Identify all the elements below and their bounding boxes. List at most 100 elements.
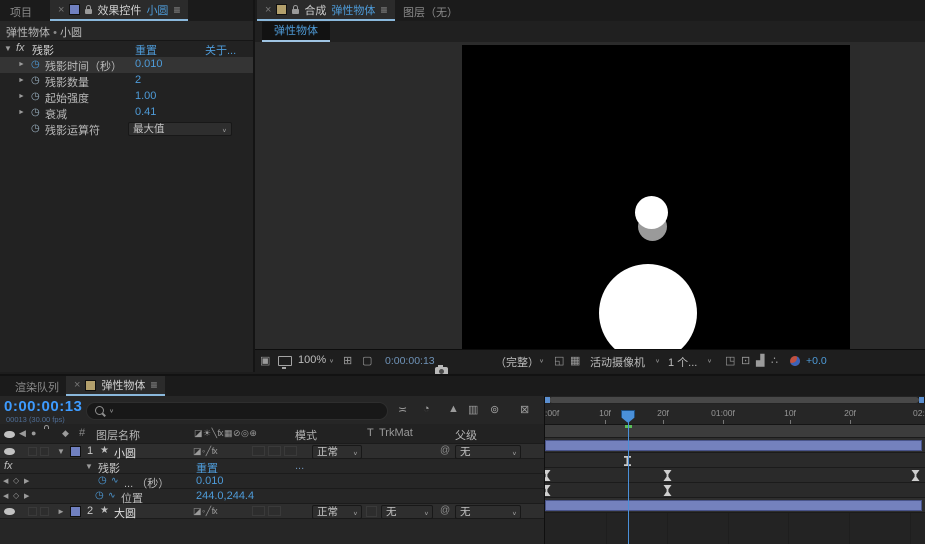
prev-keyframe-icon[interactable]: ◀ <box>3 492 8 500</box>
effect-row[interactable]: fx ▼ 残影 重置 ... <box>0 459 544 474</box>
flowchart-icon[interactable]: ∴ <box>771 354 778 367</box>
add-keyframe-icon[interactable]: ◇ <box>13 476 19 485</box>
exposure-icon[interactable] <box>790 356 800 366</box>
column-layer-name[interactable]: 图层名称 <box>96 427 140 443</box>
lock-box[interactable] <box>40 507 49 516</box>
switch-box[interactable] <box>268 506 281 516</box>
lock-icon[interactable] <box>292 9 299 14</box>
pickwhip-icon[interactable]: @ <box>440 505 450 516</box>
time-ruler[interactable]: :00f 10f 20f 01:00f 10f 20f 02:00 <box>545 404 925 425</box>
trkmat-dropdown[interactable]: 无 ∨ <box>381 505 433 519</box>
stopwatch-icon[interactable]: ◷ <box>31 107 40 118</box>
chevron-down-icon[interactable]: ∨ <box>655 358 660 364</box>
track-row-effect[interactable] <box>545 453 925 468</box>
track-row-echo-time[interactable] <box>545 468 925 483</box>
track-row-layer1[interactable] <box>545 438 925 453</box>
param-row-start-intensity[interactable]: ► ◷ 起始强度 1.00 <box>0 89 253 105</box>
expand-icon[interactable]: ► <box>18 61 25 68</box>
grid-guides-icon[interactable]: ⊞ <box>343 354 352 367</box>
effect-name[interactable]: 残影 <box>32 42 54 58</box>
parent-dropdown[interactable]: 无 ∨ <box>455 445 521 459</box>
eye-icon[interactable] <box>4 508 15 515</box>
navigator-start-handle[interactable] <box>545 397 550 403</box>
track-row-position[interactable] <box>545 483 925 498</box>
graph-toggle-icon[interactable]: ∿ <box>111 475 119 486</box>
effect-reset-link[interactable]: 重置 <box>135 42 157 58</box>
motion-blur-icon[interactable]: ⊚ <box>490 403 499 416</box>
effect-header-row[interactable]: ▼ fx 残影 重置 关于... <box>0 41 253 57</box>
chevron-down-icon[interactable]: ∨ <box>539 358 544 364</box>
graph-toggle-icon[interactable]: ∿ <box>108 490 116 501</box>
param-value[interactable]: 2 <box>135 74 141 86</box>
close-icon[interactable]: × <box>58 4 64 16</box>
property-value[interactable]: 244.0,244.4 <box>196 490 254 502</box>
layer-duration-bar[interactable] <box>545 440 922 451</box>
param-value[interactable]: 1.00 <box>135 90 156 102</box>
navigator-thumb[interactable] <box>549 397 919 403</box>
property-value[interactable]: 0.010 <box>196 475 224 487</box>
eye-icon[interactable] <box>4 448 15 455</box>
keyframe[interactable] <box>663 470 672 481</box>
exposure-value[interactable]: +0.0 <box>806 355 827 367</box>
blend-mode-dropdown[interactable]: 正常 ∨ <box>312 505 362 519</box>
panel-menu-icon[interactable]: ≡ <box>173 3 180 17</box>
layer-color-swatch[interactable] <box>70 506 81 517</box>
solo-box[interactable] <box>28 447 37 456</box>
chevron-down-icon[interactable]: ∨ <box>707 358 712 364</box>
expand-icon[interactable]: ► <box>18 77 25 84</box>
track-row-layer2[interactable] <box>545 498 925 513</box>
shy-layers-icon[interactable]: ◔ <box>423 403 430 415</box>
param-value[interactable]: 0.41 <box>135 106 156 118</box>
close-icon[interactable]: × <box>265 4 271 16</box>
trkmat-swatch[interactable] <box>366 506 377 517</box>
tab-effect-controls[interactable]: × 效果控件 小圆 ≡ <box>50 0 188 21</box>
tab-project[interactable]: 项目 <box>10 4 32 20</box>
tab-layer[interactable]: 图层（无） <box>403 4 458 20</box>
next-keyframe-icon[interactable]: ▶ <box>24 477 29 485</box>
viewer-timecode[interactable]: 0:00:00:13 <box>385 355 435 367</box>
column-trkmat[interactable]: TrkMat <box>379 427 413 439</box>
graph-editor-icon[interactable]: ⊠ <box>520 403 529 416</box>
effect-about-link[interactable]: 关于... <box>205 42 236 58</box>
always-preview-icon[interactable]: ▣ <box>260 354 270 367</box>
property-row-echo-time[interactable]: ◀ ◇ ▶ ◷ ∿ ... （秒） 0.010 <box>0 474 544 489</box>
expand-icon[interactable]: ► <box>18 93 25 100</box>
big-ball[interactable] <box>599 264 697 349</box>
draft-3d-icon[interactable]: ▲ <box>448 403 459 415</box>
region-of-interest-icon[interactable]: ◱ <box>554 354 564 367</box>
param-value[interactable]: 0.010 <box>135 58 163 70</box>
view-layout-dropdown[interactable]: 1 个... <box>668 354 697 370</box>
camera-view-dropdown[interactable]: 活动摄像机 <box>590 354 645 370</box>
transparency-grid-icon[interactable]: ▦ <box>570 354 580 367</box>
close-icon[interactable]: × <box>74 379 80 391</box>
tab-timeline-comp[interactable]: × 弹性物体 ≡ <box>66 376 165 396</box>
current-timecode[interactable]: 0:00:00:13 <box>4 398 82 415</box>
monitor-icon[interactable] <box>278 356 292 366</box>
work-area-bar[interactable] <box>545 425 925 438</box>
resize-fit-icon[interactable]: ◳ <box>725 354 735 367</box>
timeline-navigator[interactable] <box>545 397 925 403</box>
zoom-level[interactable]: 100% <box>298 354 326 366</box>
frame-blend-icon[interactable]: ▥ <box>468 403 478 416</box>
layer-switches-icons[interactable]: ◪ ◦ ╱ fx <box>193 446 217 457</box>
stopwatch-icon[interactable]: ◷ <box>98 475 107 486</box>
column-mode[interactable]: 模式 <box>295 427 317 443</box>
tab-composition[interactable]: × 合成 弹性物体 ≡ <box>257 0 395 21</box>
pickwhip-icon[interactable]: @ <box>440 445 450 456</box>
parent-dropdown[interactable]: 无 ∨ <box>455 505 521 519</box>
switch-box[interactable] <box>284 446 297 456</box>
param-row-echo-time[interactable]: ► ◷ 残影时间（秒） 0.010 <box>0 57 253 73</box>
layer-duration-bar[interactable] <box>545 500 922 511</box>
next-keyframe-icon[interactable]: ▶ <box>24 492 29 500</box>
stopwatch-icon[interactable]: ◷ <box>31 59 40 70</box>
tab-render-queue[interactable]: 渲染队列 <box>15 379 59 395</box>
chevron-down-icon[interactable]: ∨ <box>329 358 334 364</box>
layer-name[interactable]: 大圆 <box>114 505 136 521</box>
param-row-decay[interactable]: ► ◷ 衰减 0.41 <box>0 105 253 121</box>
blend-mode-dropdown[interactable]: 正常 ∨ <box>312 445 362 459</box>
stopwatch-icon[interactable]: ◷ <box>95 490 104 501</box>
layer-switches-icons[interactable]: ◪ ◦ ╱ fx <box>193 506 217 517</box>
playhead-line[interactable] <box>628 415 629 544</box>
stopwatch-icon[interactable]: ◷ <box>31 123 40 134</box>
histogram-icon[interactable]: ▟ <box>756 354 764 367</box>
